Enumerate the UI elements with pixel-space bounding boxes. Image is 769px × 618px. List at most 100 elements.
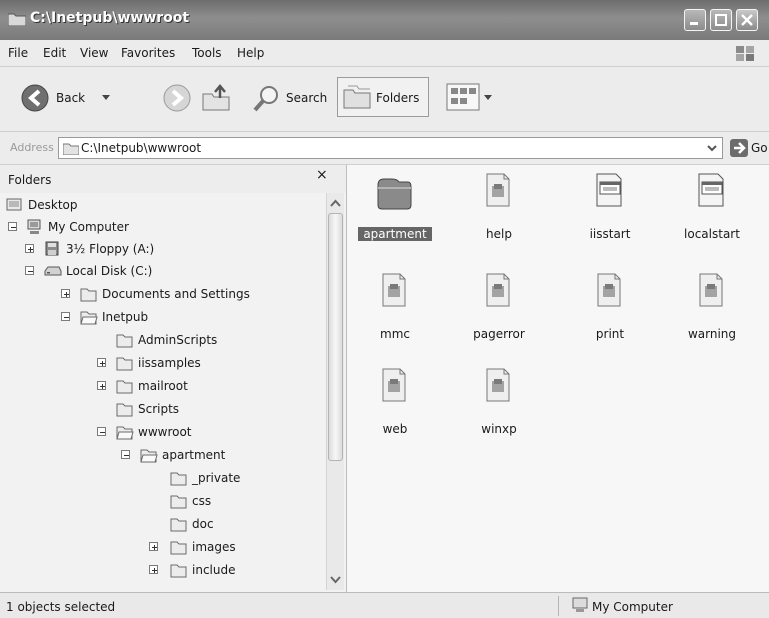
- window-title: C:\Inetpub\wwwroot: [30, 10, 190, 26]
- floppy-icon: [45, 241, 59, 256]
- tree-item[interactable]: 3½ Floppy (A:): [0, 239, 320, 261]
- tree-item-label: Documents and Settings: [102, 287, 250, 301]
- scroll-down-icon[interactable]: [327, 571, 344, 588]
- expand-icon[interactable]: [61, 289, 70, 298]
- search-button[interactable]: Search: [252, 81, 330, 115]
- tree-item[interactable]: My Computer: [0, 217, 320, 239]
- chevron-down-icon[interactable]: [704, 140, 720, 156]
- close-button[interactable]: [736, 9, 758, 31]
- up-folder-button[interactable]: [197, 81, 237, 115]
- menu-view[interactable]: View: [80, 46, 108, 60]
- file-item-label: warning: [687, 327, 737, 341]
- tree-scrollbar[interactable]: [326, 193, 344, 590]
- tree-item[interactable]: AdminScripts: [0, 330, 320, 352]
- menu-file[interactable]: File: [8, 46, 28, 60]
- scroll-thumb[interactable]: [328, 213, 343, 461]
- expand-icon[interactable]: [149, 542, 158, 551]
- folders-close-icon[interactable]: ×: [316, 167, 328, 183]
- windows-logo-icon: [736, 46, 754, 61]
- back-button[interactable]: Back: [20, 81, 130, 115]
- tree-item[interactable]: Desktop: [0, 195, 320, 217]
- tree-item[interactable]: _private: [0, 468, 320, 490]
- search-label: Search: [286, 91, 328, 105]
- collapse-icon[interactable]: [8, 222, 17, 231]
- file-item[interactable]: help: [454, 173, 544, 243]
- expand-icon[interactable]: [97, 381, 106, 390]
- asp-file-icon: [698, 173, 724, 207]
- tree-item[interactable]: doc: [0, 514, 320, 536]
- file-item-label: help: [486, 227, 512, 241]
- go-button[interactable]: Go: [727, 137, 769, 159]
- tree-item[interactable]: images: [0, 537, 320, 559]
- folder-icon: [170, 516, 188, 535]
- go-label: Go: [751, 141, 768, 155]
- folder-open-icon: [116, 426, 134, 440]
- file-item[interactable]: pagerror: [454, 273, 544, 343]
- tree-item[interactable]: include: [0, 560, 320, 582]
- expand-icon[interactable]: [149, 565, 158, 574]
- folder-icon: [8, 13, 26, 26]
- tree-item[interactable]: apartment: [0, 445, 320, 467]
- scroll-up-icon[interactable]: [327, 195, 344, 212]
- file-view: apartment help iisstart localstart mmc pagerr…: [347, 165, 769, 592]
- minimize-button[interactable]: [684, 9, 706, 31]
- folder-open-icon: [80, 309, 98, 328]
- address-value: C:\Inetpub\wwwroot: [81, 141, 202, 155]
- folder-icon: [116, 357, 133, 371]
- folders-label: Folders: [376, 91, 420, 105]
- file-item[interactable]: web: [350, 368, 440, 438]
- tree-item[interactable]: Local Disk (C:): [0, 261, 320, 283]
- tree-item[interactable]: mailroot: [0, 376, 320, 398]
- tree-item[interactable]: css: [0, 491, 320, 513]
- tree-item[interactable]: wwwroot: [0, 422, 320, 444]
- folder-icon: [116, 380, 133, 394]
- menu-tools[interactable]: Tools: [192, 46, 222, 60]
- menu-edit[interactable]: Edit: [43, 46, 66, 60]
- tree-item-label: include: [192, 563, 236, 577]
- folders-pane: Folders × Desktop My Computer 3½ Floppy (A…: [0, 165, 347, 592]
- local-disk-icon: [44, 263, 62, 282]
- address-field[interactable]: C:\Inetpub\wwwroot: [58, 137, 723, 159]
- collapse-icon[interactable]: [61, 312, 70, 321]
- expand-icon[interactable]: [25, 244, 34, 253]
- file-item[interactable]: print: [565, 273, 655, 343]
- file-item[interactable]: iisstart: [565, 173, 655, 243]
- minimize-icon: [690, 22, 698, 25]
- maximize-button[interactable]: [710, 9, 732, 31]
- address-bar: Address C:\Inetpub\wwwroot Go: [0, 132, 769, 165]
- folder-icon: [170, 564, 187, 578]
- maximize-icon: [715, 14, 727, 26]
- tree-item-label: _private: [192, 471, 241, 485]
- file-item[interactable]: warning: [667, 273, 757, 343]
- file-item[interactable]: apartment: [350, 173, 440, 243]
- file-item[interactable]: mmc: [350, 273, 440, 343]
- title-bar[interactable]: C:\Inetpub\wwwroot: [0, 0, 769, 40]
- html-file-icon: [597, 273, 621, 307]
- expand-icon[interactable]: [97, 358, 106, 367]
- tree-item[interactable]: iissamples: [0, 353, 320, 375]
- tree-item[interactable]: Inetpub: [0, 307, 320, 329]
- file-item[interactable]: winxp: [454, 368, 544, 438]
- file-item-label: print: [595, 327, 625, 341]
- folders-button[interactable]: Folders: [337, 77, 429, 117]
- file-item[interactable]: localstart: [667, 173, 757, 243]
- folder-icon: [170, 518, 187, 532]
- forward-button[interactable]: [162, 81, 196, 115]
- html-file-icon: [379, 368, 411, 408]
- back-arrow-icon: [21, 84, 49, 112]
- collapse-icon[interactable]: [121, 450, 130, 459]
- html-file-icon: [594, 273, 626, 313]
- views-button[interactable]: [440, 79, 498, 117]
- folders-title: Folders: [8, 173, 52, 187]
- tree-item[interactable]: Documents and Settings: [0, 284, 320, 306]
- collapse-icon[interactable]: [97, 427, 106, 436]
- menu-favorites[interactable]: Favorites: [121, 46, 175, 60]
- search-icon: [253, 86, 278, 112]
- collapse-icon[interactable]: [25, 266, 34, 275]
- folder-icon: [170, 539, 188, 558]
- menu-help[interactable]: Help: [237, 46, 264, 60]
- html-file-icon: [486, 173, 510, 207]
- tree-item-label: doc: [192, 517, 214, 531]
- tree-item[interactable]: Scripts: [0, 399, 320, 421]
- back-label: Back: [56, 91, 86, 105]
